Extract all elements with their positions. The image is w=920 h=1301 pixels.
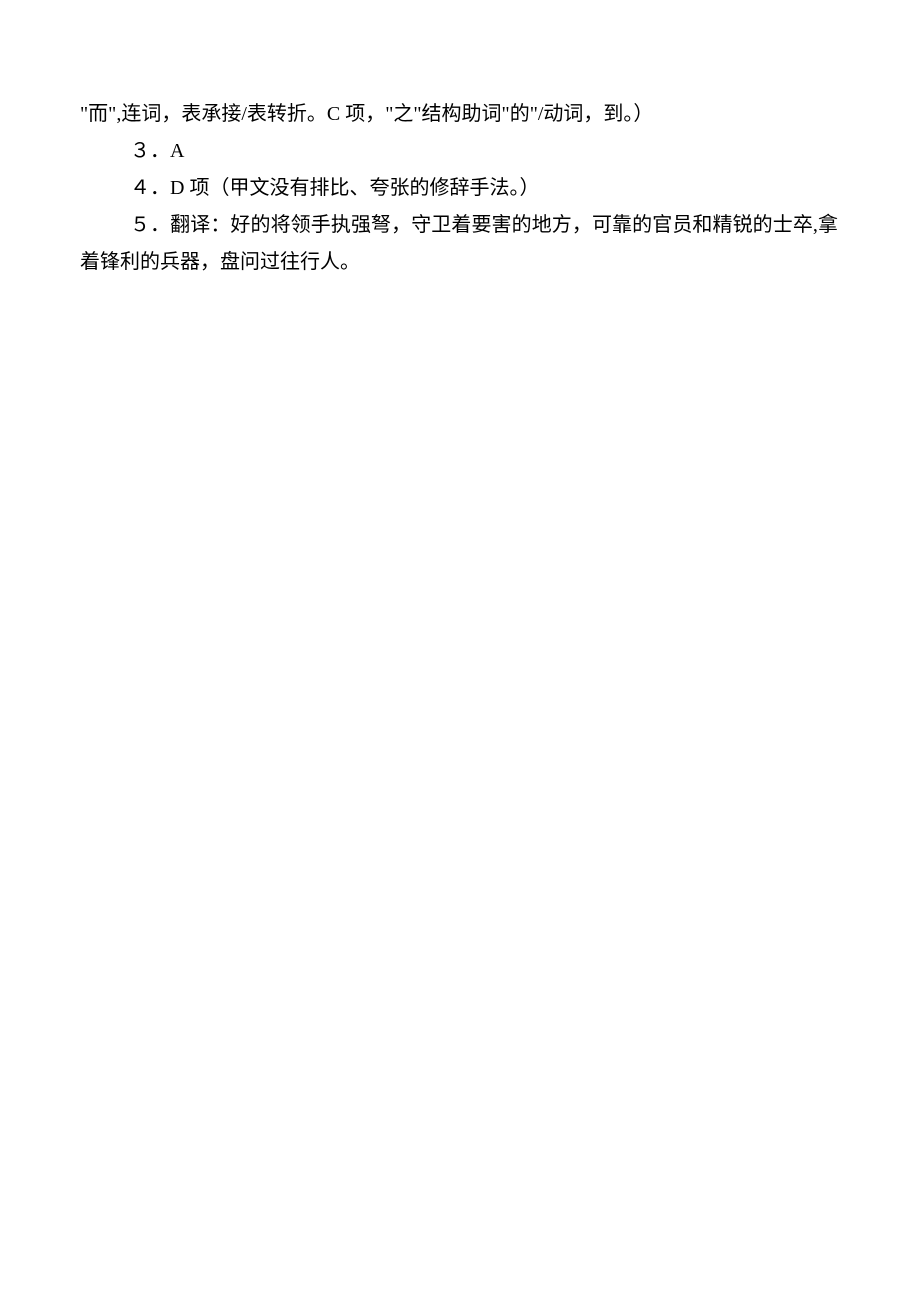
document-body: "而",连词，表承接/表转折。C 项，"之"结构助词"的"/动词，到。） ３．A… [80,96,838,281]
answer-item-4: ４．D 项（甲文没有排比、夸张的修辞手法。） [80,170,838,207]
answer-item-5: ５．翻译：好的将领手执强弩，守卫着要害的地方，可靠的官员和精锐的士卒,拿着锋利的… [80,207,838,281]
paragraph-line-1: "而",连词，表承接/表转折。C 项，"之"结构助词"的"/动词，到。） [80,96,838,133]
answer-item-3: ３．A [80,133,838,170]
